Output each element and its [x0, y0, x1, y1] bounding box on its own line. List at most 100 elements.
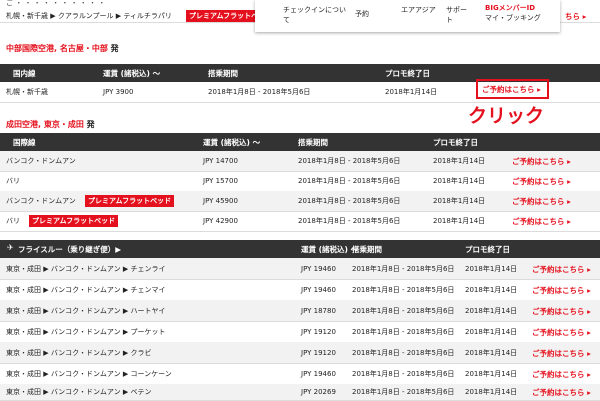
- top-row-partial-text: ご ・ ・ ・ ・ ・ ・ ・ ・ ・ ・: [6, 0, 106, 7]
- nav-support-line2[interactable]: ト: [446, 15, 453, 25]
- booking-link[interactable]: ご予約はこちら ▸: [532, 387, 591, 398]
- col-header-period: 搭乗期間: [208, 69, 238, 78]
- fare-cell: JPY 19120: [301, 349, 336, 357]
- table-row: 東京・成田 ▶ バンコク・ドンムアン ▶ プーケット JPY 19120 201…: [0, 321, 600, 343]
- promo-end-cell: 2018年1月14日: [465, 328, 518, 336]
- section-title-narita-suffix: 発: [83, 120, 95, 129]
- booking-link[interactable]: ご予約はこちら ▸: [512, 196, 571, 207]
- route-cell: 札幌・新千歳: [6, 88, 48, 96]
- plane-icon: ✈: [7, 243, 14, 252]
- route-cell: 東京・成田 ▶ バンコク・ドンムアン ▶ コーンケーン: [6, 370, 172, 378]
- col-header-flythrough: フライスルー（乗り継ぎ便）▶: [18, 245, 122, 254]
- period-cell: 2018年1月8日 - 2018年5月6日: [352, 328, 455, 336]
- promo-end-cell: 2018年1月14日: [465, 286, 518, 294]
- nav-reserve[interactable]: 予約: [355, 9, 369, 19]
- promo-end-cell: 2018年1月14日: [465, 265, 518, 273]
- fare-cell: JPY 19120: [301, 328, 336, 336]
- booking-link[interactable]: ご予約はこちら ▸: [512, 216, 571, 227]
- section-title-narita: 成田空港, 東京・成田 発: [6, 120, 95, 130]
- col-header-fare: 運賃 (諸税込) 〜: [103, 69, 161, 78]
- fare-cell: JPY 3900: [103, 88, 134, 96]
- click-annotation: クリック: [468, 105, 545, 127]
- booking-link[interactable]: ご予約はこちら ▸: [532, 327, 591, 338]
- fare-cell: JPY 19460: [301, 286, 336, 294]
- table-row: バンコク・ドンムアン プレミアムフラットベッド JPY 45900 2018年1…: [0, 191, 600, 212]
- promo-end-cell: 2018年1月14日: [433, 177, 486, 185]
- fare-cell: JPY 19460: [301, 265, 336, 273]
- route-cell: バンコク・ドンムアン: [6, 157, 76, 165]
- promo-end-cell: 2018年1月14日: [465, 349, 518, 357]
- route-cell: 東京・成田 ▶ バンコク・ドンムアン ▶ チェンマイ: [6, 286, 166, 294]
- route-cell: バンコク・ドンムアン: [6, 197, 76, 205]
- period-cell: 2018年1月8日 - 2018年5月6日: [352, 349, 455, 357]
- premium-flatbed-badge: プレミアムフラットベッド: [29, 215, 119, 227]
- table-row: 東京・成田 ▶ バンコク・ドンムアン ▶ チェンライ JPY 19460 201…: [0, 258, 600, 280]
- nav-checkin-line1[interactable]: チェックインについ: [283, 5, 346, 15]
- period-cell: 2018年1月8日 - 2018年5月6日: [352, 286, 455, 294]
- table-row: 東京・成田 ▶ バンコク・ドンムアン ▶ クラビ JPY 19120 2018年…: [0, 342, 600, 364]
- period-cell: 2018年1月8日 - 2018年5月6日: [298, 177, 401, 185]
- section-title-chubu-airport: 中部国際空港, 名古屋・中部: [6, 44, 108, 53]
- col-header-period: 搭乗期間: [298, 138, 328, 147]
- fare-cell: JPY 18780: [301, 307, 336, 315]
- booking-link[interactable]: ご予約はこちら ▸: [512, 156, 571, 167]
- booking-link[interactable]: ご予約はこちら ▸: [532, 264, 591, 275]
- table-row: 東京・成田 ▶ バンコク・ドンムアン ▶ ハートヤイ JPY 18780 201…: [0, 300, 600, 322]
- table-row: バリ プレミアムフラットベッド JPY 42900 2018年1月8日 - 20…: [0, 211, 600, 232]
- period-cell: 2018年1月8日 - 2018年5月6日: [352, 307, 455, 315]
- period-cell: 2018年1月8日 - 2018年5月6日: [352, 265, 455, 273]
- table-row: バリ JPY 15700 2018年1月8日 - 2018年5月6日 2018年…: [0, 171, 600, 192]
- col-header-promo-end: プロモ終了日: [385, 69, 430, 78]
- booking-link[interactable]: ご予約はこちら ▸: [532, 348, 591, 359]
- fare-cell: JPY 15700: [203, 177, 238, 185]
- route-cell: 東京・成田 ▶ バンコク・ドンムアン ▶ プーケット: [6, 328, 166, 336]
- col-header-period: 搭乗期間: [352, 245, 382, 254]
- top-row-route: 札幌・新千歳 ▶ クアラルンプール ▶ ティルチラパリ: [6, 12, 172, 20]
- promo-end-cell: 2018年1月14日: [385, 88, 438, 96]
- col-header-domestic: 国内線: [13, 69, 36, 78]
- table-header-narita: 国際線 運賃 (諸税込) 〜 搭乗期間 プロモ終了日: [0, 133, 600, 151]
- nav-checkin-line2[interactable]: て: [283, 15, 290, 25]
- route-cell: 東京・成田 ▶ バンコク・ドンムアン ▶ クラビ: [6, 349, 152, 357]
- fare-cell: JPY 45900: [203, 197, 238, 205]
- period-cell: 2018年1月8日 - 2018年5月6日: [298, 197, 401, 205]
- booking-link[interactable]: ご予約はこちら ▸: [532, 369, 591, 380]
- period-cell: 2018年1月8日 - 2018年5月6日: [298, 157, 401, 165]
- nav-my-booking[interactable]: マイ・ブッキング: [485, 13, 541, 23]
- section-title-chubu: 中部国際空港, 名古屋・中部 発: [6, 44, 119, 54]
- period-cell: 2018年1月8日 - 2018年5月6日: [208, 88, 311, 96]
- period-cell: 2018年1月8日 - 2018年5月6日: [352, 388, 455, 396]
- route-cell: 東京・成田 ▶ バンコク・ドンムアン ▶ チェンライ: [6, 265, 166, 273]
- nav-airasia[interactable]: エアアジア: [401, 5, 436, 15]
- top-row-booking-link[interactable]: ちら ▸: [565, 11, 586, 22]
- table-row: バンコク・ドンムアン JPY 14700 2018年1月8日 - 2018年5月…: [0, 151, 600, 172]
- col-header-fare: 運賃 (諸税込) 〜: [301, 245, 359, 254]
- col-header-promo-end: プロモ終了日: [433, 138, 478, 147]
- period-cell: 2018年1月8日 - 2018年5月6日: [352, 370, 455, 378]
- promo-end-cell: 2018年1月14日: [433, 197, 486, 205]
- booking-link[interactable]: ご予約はこちら ▸: [532, 285, 591, 296]
- table-row: 東京・成田 ▶ バンコク・ドンムアン ▶ ベテン JPY 20269 2018年…: [0, 384, 600, 401]
- promo-end-cell: 2018年1月14日: [465, 388, 518, 396]
- table-row: 東京・成田 ▶ バンコク・ドンムアン ▶ コーンケーン JPY 19460 20…: [0, 363, 600, 385]
- fare-cell: JPY 42900: [203, 217, 238, 225]
- booking-link[interactable]: ご予約はこちら ▸: [512, 176, 571, 187]
- booking-link[interactable]: ご予約はこちら ▸: [532, 306, 591, 317]
- nav-big-member[interactable]: BIGメンバーID: [485, 3, 535, 13]
- fare-cell: JPY 19460: [301, 370, 336, 378]
- nav-dropdown-menu: チェックインについ て 予約 エアアジア サポー ト BIGメンバーID マイ・…: [255, 0, 560, 32]
- nav-support[interactable]: サポー: [446, 5, 467, 15]
- period-cell: 2018年1月8日 - 2018年5月6日: [298, 217, 401, 225]
- fare-cell: JPY 20269: [301, 388, 336, 396]
- section-title-narita-airport: 成田空港, 東京・成田: [6, 120, 84, 129]
- table-header-flythrough: ✈ フライスルー（乗り継ぎ便）▶ 運賃 (諸税込) 〜 搭乗期間 プロモ終了日: [0, 240, 600, 258]
- route-cell: 東京・成田 ▶ バンコク・ドンムアン ▶ ハートヤイ: [6, 307, 166, 315]
- section-title-chubu-suffix: 発: [107, 44, 119, 53]
- premium-flatbed-badge: プレミアムフラットベッド: [85, 195, 175, 207]
- route-cell: バリ: [6, 177, 20, 185]
- table-row: 東京・成田 ▶ バンコク・ドンムアン ▶ チェンマイ JPY 19460 201…: [0, 279, 600, 301]
- promo-end-cell: 2018年1月14日: [465, 370, 518, 378]
- fare-cell: JPY 14700: [203, 157, 238, 165]
- chubu-booking-link[interactable]: ご予約はこちら ▸: [482, 84, 541, 95]
- promo-end-cell: 2018年1月14日: [433, 217, 486, 225]
